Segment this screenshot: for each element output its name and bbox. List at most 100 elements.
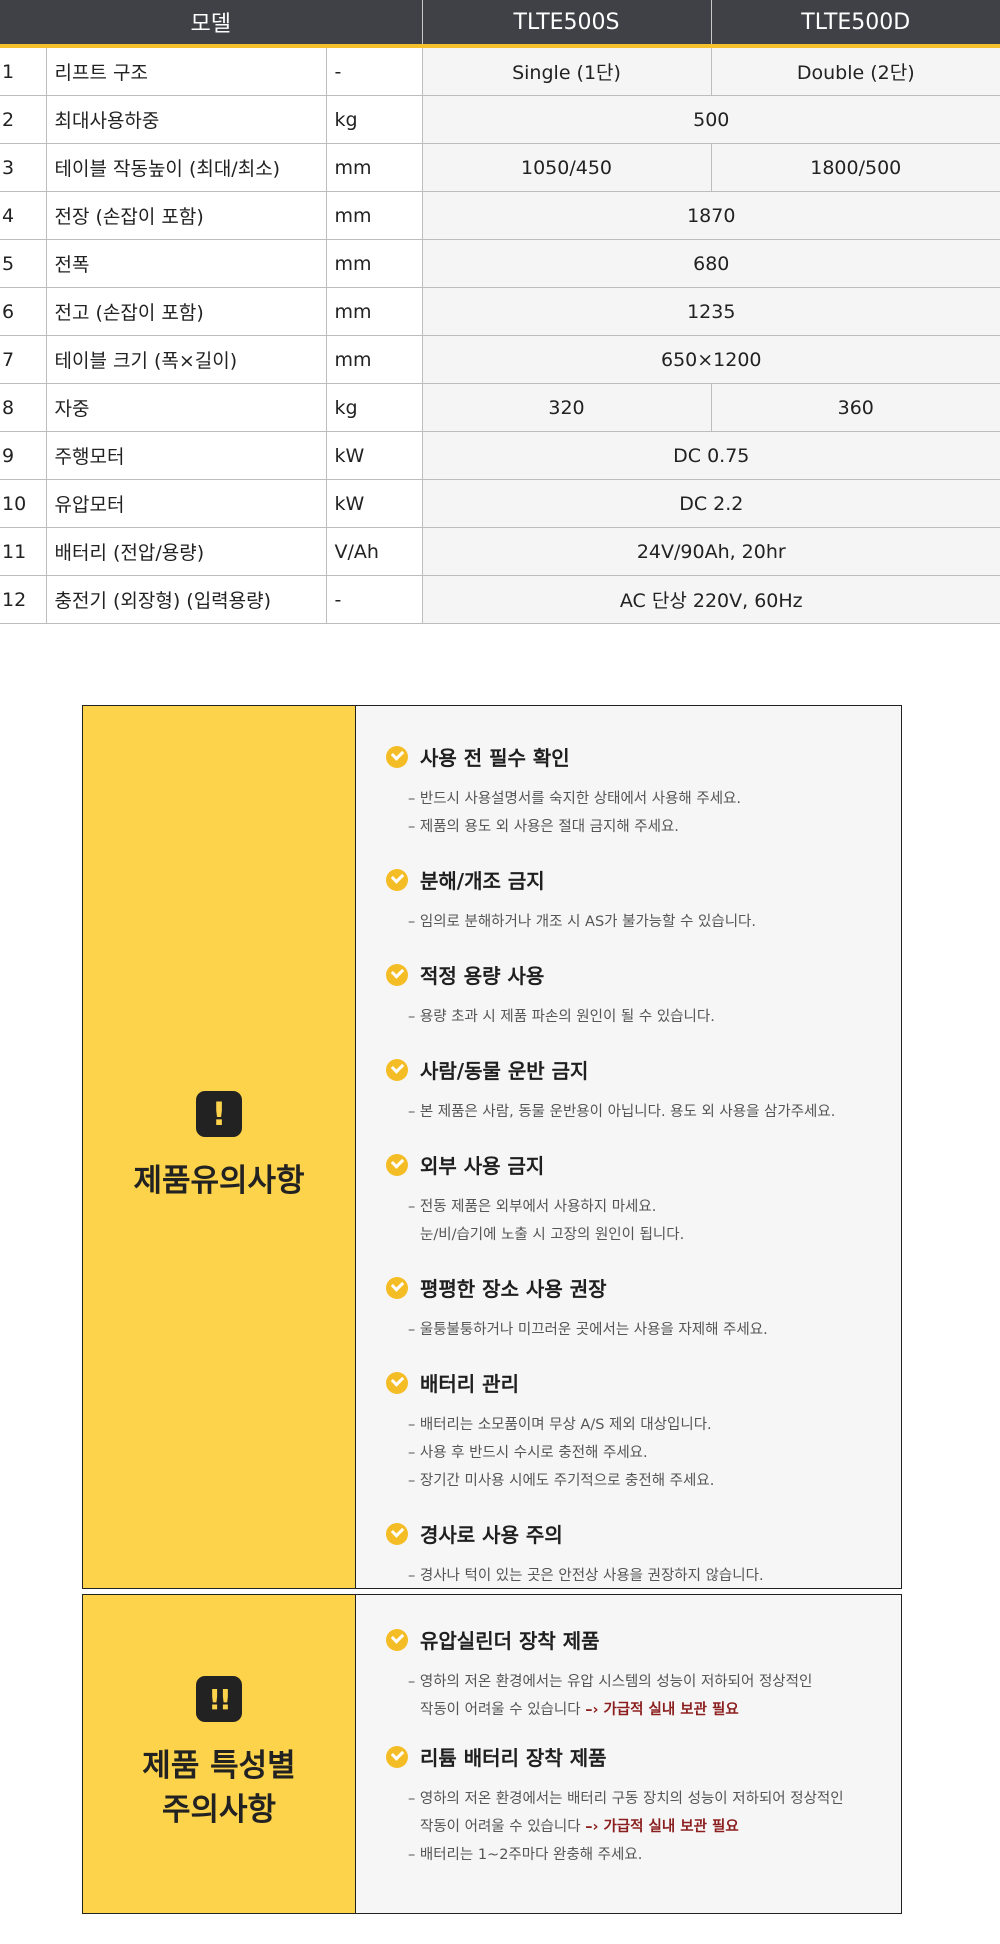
row-value-shared: 1870 [422, 191, 1000, 240]
row-item: 테이블 작동높이 (최대/최소) [46, 143, 327, 192]
product-caution-box: ! 제품유의사항 사용 전 필수 확인 – 반드시 사용설명서를 숙지한 상태에… [82, 705, 902, 1589]
section-line: – 장기간 미사용 시에도 주기적으로 충전해 주세요. [408, 1473, 715, 1489]
section-title: 분해/개조 금지 [420, 869, 545, 893]
row-item: 전폭 [46, 239, 327, 288]
caution-section: 외부 사용 금지 – 전동 제품은 외부에서 사용하지 마세요. 눈/비/습기에… [386, 1150, 881, 1249]
section-line: – 전동 제품은 외부에서 사용하지 마세요. [408, 1199, 657, 1215]
section-line: – 용량 초과 시 제품 파손의 원인이 될 수 있습니다. [408, 1009, 715, 1025]
table-row: 8 자중 kg 320 360 [0, 383, 1000, 432]
section-line: – 사용 후 반드시 수시로 충전해 주세요. [408, 1445, 648, 1461]
table-row: 2 최대사용하중 kg 500 [0, 95, 1000, 144]
caution-section: 배터리 관리 – 배터리는 소모품이며 무상 A/S 제외 대상입니다. – 사… [386, 1368, 881, 1495]
row-item: 전장 (손잡이 포함) [46, 191, 327, 240]
section-line: – 제품의 용도 외 사용은 절대 금지해 주세요. [408, 819, 679, 835]
row-number: 9 [0, 431, 47, 480]
caution-list: 유압실린더 장착 제품 – 영하의 저온 환경에서는 유압 시스템의 성능이 저… [356, 1595, 901, 1913]
row-unit: mm [326, 335, 423, 384]
header-model-a: TLTE500S [422, 0, 712, 48]
check-circle-icon [386, 1153, 408, 1176]
row-unit: kW [326, 479, 423, 528]
header-model-b: TLTE500D [711, 0, 1000, 48]
row-item: 최대사용하중 [46, 95, 327, 144]
section-line: – 경사나 턱이 있는 곳은 안전상 사용을 권장하지 않습니다. [408, 1568, 764, 1584]
table-row: 12 충전기 (외장형) (입력용량) - AC 단상 220V, 60Hz [0, 575, 1000, 624]
check-circle-icon [386, 1371, 408, 1394]
section-title: 외부 사용 금지 [420, 1154, 545, 1178]
row-item: 테이블 크기 (폭×길이) [46, 335, 327, 384]
row-value-shared: DC 0.75 [422, 431, 1000, 480]
check-circle-icon [386, 1058, 408, 1081]
storage-highlight: –› 가급적 실내 보관 필요 [585, 1819, 739, 1835]
row-unit: mm [326, 191, 423, 240]
caution-list: 사용 전 필수 확인 – 반드시 사용설명서를 숙지한 상태에서 사용해 주세요… [356, 706, 901, 1588]
row-value-b: 360 [711, 383, 1000, 432]
caution-section: 유압실린더 장착 제품 – 영하의 저온 환경에서는 유압 시스템의 성능이 저… [386, 1625, 881, 1724]
section-line: 작동이 어려울 수 있습니다 –› 가급적 실내 보관 필요 [386, 1696, 881, 1724]
row-item: 전고 (손잡이 포함) [46, 287, 327, 336]
row-unit: kg [326, 383, 423, 432]
check-circle-icon [386, 963, 408, 986]
caution-section: 사용 전 필수 확인 – 반드시 사용설명서를 숙지한 상태에서 사용해 주세요… [386, 742, 881, 841]
row-number: 8 [0, 383, 47, 432]
check-circle-icon [386, 1522, 408, 1545]
check-circle-icon [386, 868, 408, 891]
row-number: 6 [0, 287, 47, 336]
caution-title-line: 주의사항 [161, 1792, 277, 1828]
section-title: 유압실린더 장착 제품 [420, 1629, 600, 1653]
caution-section: 리튬 배터리 장착 제품 – 영하의 저온 환경에서는 배터리 구동 장치의 성… [386, 1742, 881, 1869]
check-circle-icon [386, 1276, 408, 1299]
table-row: 1 리프트 구조 - Single (1단) Double (2단) [0, 46, 1000, 96]
row-value-b: 1800/500 [711, 143, 1000, 192]
row-unit: mm [326, 143, 423, 192]
table-row: 9 주행모터 kW DC 0.75 [0, 431, 1000, 480]
section-title: 경사로 사용 주의 [420, 1523, 563, 1547]
row-number: 1 [0, 46, 47, 96]
section-line: – 배터리는 소모품이며 무상 A/S 제외 대상입니다. [408, 1417, 712, 1433]
caution-section: 사람/동물 운반 금지 – 본 제품은 사람, 동물 운반용이 아닙니다. 용도… [386, 1055, 881, 1126]
caution-title-line: 제품 특성별 [142, 1748, 296, 1784]
section-title: 평평한 장소 사용 권장 [420, 1277, 607, 1301]
caution-section: 분해/개조 금지 – 임의로 분해하거나 개조 시 AS가 불가능할 수 있습니… [386, 865, 881, 936]
row-number: 2 [0, 95, 47, 144]
row-unit: - [326, 46, 423, 96]
table-row: 7 테이블 크기 (폭×길이) mm 650×1200 [0, 335, 1000, 384]
table-row: 4 전장 (손잡이 포함) mm 1870 [0, 191, 1000, 240]
caution-side-panel: !! 제품 특성별 주의사항 [83, 1595, 356, 1913]
row-value-b: Double (2단) [711, 46, 1000, 96]
double-exclamation-icon: !! [196, 1676, 242, 1722]
row-value-shared: DC 2.2 [422, 479, 1000, 528]
check-circle-icon [386, 1745, 408, 1768]
row-unit: mm [326, 287, 423, 336]
section-title: 배터리 관리 [420, 1372, 519, 1396]
row-number: 5 [0, 239, 47, 288]
caution-side-panel: ! 제품유의사항 [83, 706, 356, 1588]
row-value-shared: 1235 [422, 287, 1000, 336]
row-number: 3 [0, 143, 47, 192]
section-line: 작동이 어려울 수 있습니다 –› 가급적 실내 보관 필요 [386, 1813, 881, 1841]
section-line: 눈/비/습기에 노출 시 고장의 원인이 됩니다. [420, 1227, 685, 1243]
row-value-shared: AC 단상 220V, 60Hz [422, 575, 1000, 624]
row-value-shared: 680 [422, 239, 1000, 288]
section-line: – 배터리는 1~2주마다 완충해 주세요. [408, 1847, 643, 1863]
table-row: 10 유압모터 kW DC 2.2 [0, 479, 1000, 528]
row-value-shared: 650×1200 [422, 335, 1000, 384]
row-item: 리프트 구조 [46, 46, 327, 96]
row-number: 11 [0, 527, 47, 576]
row-item: 유압모터 [46, 479, 327, 528]
section-line: – 임의로 분해하거나 개조 시 AS가 불가능할 수 있습니다. [408, 914, 756, 930]
row-number: 4 [0, 191, 47, 240]
caution-title: 제품유의사항 [133, 1163, 305, 1199]
caution-section: 경사로 사용 주의 – 경사나 턱이 있는 곳은 안전상 사용을 권장하지 않습… [386, 1519, 881, 1590]
check-circle-icon [386, 1628, 408, 1651]
table-row: 11 배터리 (전압/용량) V/Ah 24V/90Ah, 20hr [0, 527, 1000, 576]
section-line: – 영하의 저온 환경에서는 배터리 구동 장치의 성능이 저하되어 정상적인 [408, 1791, 844, 1807]
row-value-a: 1050/450 [422, 143, 712, 192]
header-model: 모델 [0, 0, 423, 48]
section-title: 리튬 배터리 장착 제품 [420, 1746, 607, 1770]
row-number: 10 [0, 479, 47, 528]
table-row: 5 전폭 mm 680 [0, 239, 1000, 288]
section-title: 적정 용량 사용 [420, 964, 545, 988]
row-unit: kg [326, 95, 423, 144]
section-line: – 울퉁불퉁하거나 미끄러운 곳에서는 사용을 자제해 주세요. [408, 1322, 768, 1338]
table-row: 6 전고 (손잡이 포함) mm 1235 [0, 287, 1000, 336]
